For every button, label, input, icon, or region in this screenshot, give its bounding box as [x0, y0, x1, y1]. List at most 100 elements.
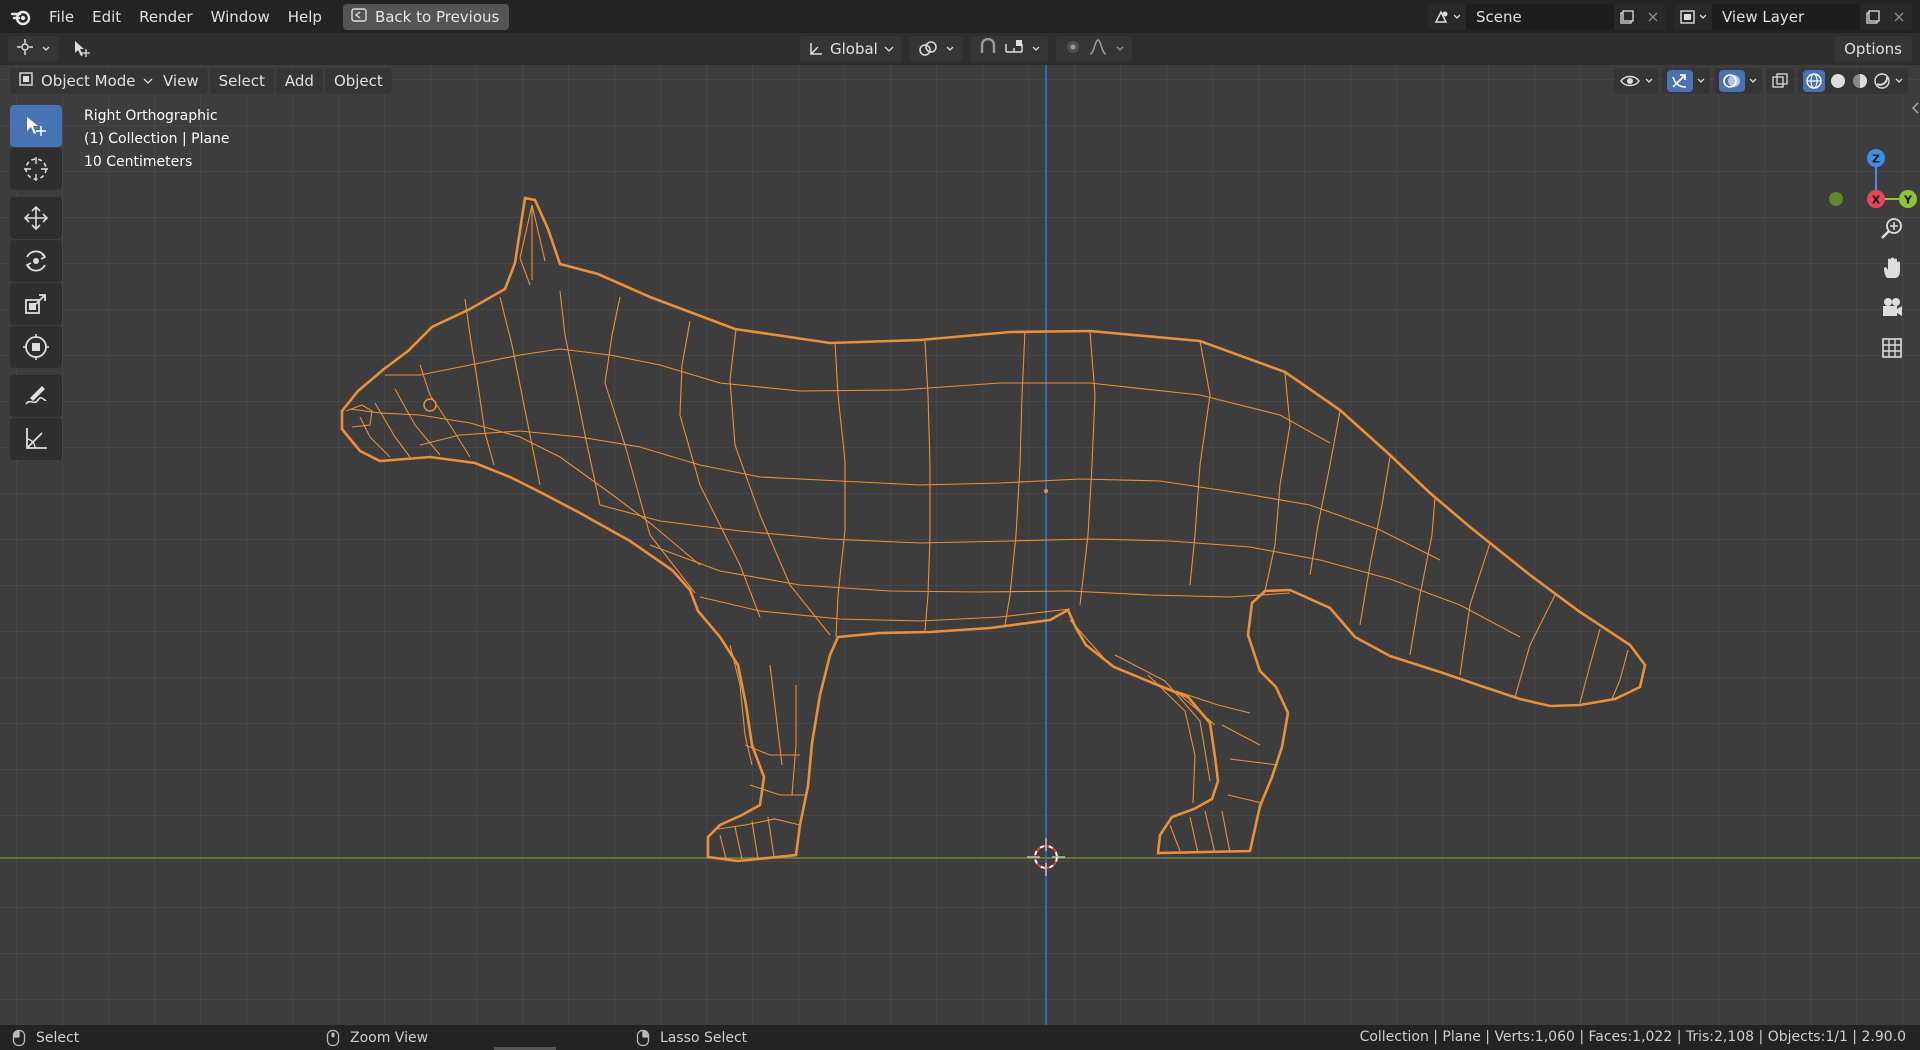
status-bar: Select Zoom View Lasso Select Collection…: [0, 1025, 1920, 1050]
status-left-hint: Select: [12, 1025, 79, 1050]
editor-type-icon: [16, 38, 36, 60]
viewport-tool-header: Global Options: [0, 33, 1920, 65]
status-middle-hint: Zoom View: [326, 1025, 428, 1050]
falloff-curve-icon[interactable]: [1088, 38, 1110, 60]
navigation-buttons: [1874, 210, 1910, 370]
viewport-menu-object[interactable]: Object: [324, 68, 392, 94]
fox-eye: [423, 398, 437, 412]
move-tool[interactable]: [10, 197, 62, 239]
pan-view-button[interactable]: [1874, 250, 1910, 286]
object-origin: [1043, 488, 1049, 494]
mouse-right-icon: [636, 1029, 650, 1046]
cursor-tool[interactable]: [10, 148, 62, 190]
hand-icon: [1884, 257, 1900, 278]
pivot-point-dropdown[interactable]: [909, 36, 962, 62]
measure-tool[interactable]: [10, 418, 62, 460]
delete-scene-button[interactable]: [1640, 3, 1666, 30]
sidebar-toggle-icon[interactable]: [1910, 101, 1920, 115]
status-zoom-label: Zoom View: [350, 1029, 429, 1046]
annotate-tool[interactable]: [10, 375, 62, 417]
rotate-tool[interactable]: [10, 240, 62, 282]
object-mode-icon: [18, 71, 34, 91]
editor-type-button[interactable]: [8, 36, 58, 62]
gizmo-toggle-group: [1662, 68, 1710, 94]
scale-tool[interactable]: [10, 283, 62, 325]
back-to-previous-label: Back to Previous: [374, 7, 500, 26]
object-mode-label: Object Mode: [41, 72, 136, 90]
rendered-shading-icon[interactable]: [1873, 72, 1891, 90]
ortho-toggle-button[interactable]: [1874, 330, 1910, 366]
back-to-previous-button[interactable]: Back to Previous: [342, 3, 510, 30]
viewport-header: Object Mode View Select Add Object: [0, 65, 1920, 95]
top-bar: File Edit Render Window Help Back to Pre…: [0, 0, 1920, 33]
view-name: Right Orthographic: [84, 108, 218, 124]
menu-file[interactable]: File: [40, 5, 83, 29]
scene-selector: Scene: [1428, 3, 1666, 30]
view-layer-selector: View Layer: [1674, 3, 1912, 30]
back-icon: [351, 7, 367, 26]
move-icon: [23, 205, 49, 231]
snap-target-icon[interactable]: [1004, 38, 1026, 60]
view-layer-browse-button[interactable]: [1674, 3, 1712, 30]
cursor-icon: [24, 157, 48, 181]
transform-icon: [23, 334, 49, 360]
overlays-icon[interactable]: [1719, 70, 1745, 92]
options-dropdown[interactable]: Options: [1834, 36, 1912, 62]
menu-render[interactable]: Render: [130, 5, 201, 29]
grid-scale: 10 Centimeters: [84, 154, 193, 170]
solid-shading-icon[interactable]: [1829, 72, 1847, 90]
scene-statistics: Collection | Plane | Verts:1,060 | Faces…: [1359, 1029, 1906, 1045]
transform-tool[interactable]: [10, 326, 62, 368]
3d-viewport[interactable]: Object Mode View Select Add Object Right…: [0, 65, 1920, 1025]
fox-mesh-wireframe: [340, 196, 1647, 863]
x-axis-label: X: [1872, 194, 1881, 207]
viewport-menu-select[interactable]: Select: [209, 68, 274, 94]
mouse-middle-icon: [326, 1029, 340, 1046]
neg-y-axis-handle: [1829, 192, 1843, 206]
viewport-menu-add[interactable]: Add: [275, 68, 323, 94]
xray-toggle[interactable]: [1766, 68, 1794, 94]
status-right-hint: Lasso Select: [636, 1025, 747, 1050]
proportional-editing-icon[interactable]: [1064, 38, 1082, 60]
measure-icon: [26, 428, 47, 449]
camera-view-button[interactable]: [1874, 290, 1910, 326]
new-view-layer-button[interactable]: [1860, 3, 1886, 30]
y-axis-label: Y: [1903, 194, 1913, 207]
z-axis-label: Z: [1872, 153, 1880, 166]
viewport-menu-view[interactable]: View: [154, 68, 208, 94]
object-mode-dropdown[interactable]: Object Mode: [10, 68, 161, 94]
shading-group: [1798, 68, 1908, 94]
eye-icon: [1620, 75, 1640, 87]
view-layer-name-field[interactable]: View Layer: [1712, 3, 1860, 30]
grid-icon: [1882, 338, 1902, 358]
scene-name-field[interactable]: Scene: [1466, 3, 1614, 30]
viewport-info-overlay: Right Orthographic (1) Collection | Plan…: [84, 105, 230, 174]
material-shading-icon[interactable]: [1851, 72, 1869, 90]
scene-browse-button[interactable]: [1428, 3, 1466, 30]
menu-help[interactable]: Help: [279, 5, 331, 29]
transform-orientation-label: Global: [830, 40, 878, 58]
zoom-icon: [1881, 218, 1902, 239]
status-select-label: Select: [36, 1029, 80, 1046]
navigation-gizmo[interactable]: Z Y X: [1810, 105, 1920, 239]
menu-edit[interactable]: Edit: [83, 5, 130, 29]
new-scene-button[interactable]: [1614, 3, 1640, 30]
wireframe-shading-icon[interactable]: [1803, 70, 1825, 92]
select-box-tool[interactable]: [10, 105, 62, 147]
zoom-view-button[interactable]: [1874, 210, 1910, 246]
rotate-icon: [25, 250, 47, 272]
snap-toggle-icon[interactable]: [978, 37, 998, 60]
blender-logo-icon[interactable]: [8, 4, 34, 30]
status-lasso-label: Lasso Select: [660, 1029, 748, 1046]
gizmo-toggle-icon[interactable]: [1667, 70, 1693, 92]
visibility-dropdown[interactable]: [1614, 68, 1658, 94]
proportional-editing-group: [1055, 36, 1132, 62]
scale-icon: [25, 294, 46, 314]
delete-view-layer-button[interactable]: [1886, 3, 1912, 30]
tool-shelf: [10, 105, 62, 461]
transform-orientation-dropdown[interactable]: Global: [800, 36, 902, 62]
snapping-group: [969, 36, 1048, 62]
viewport-scene: [0, 65, 1920, 1025]
menu-window[interactable]: Window: [202, 5, 279, 29]
active-tool-button[interactable]: [64, 36, 102, 62]
